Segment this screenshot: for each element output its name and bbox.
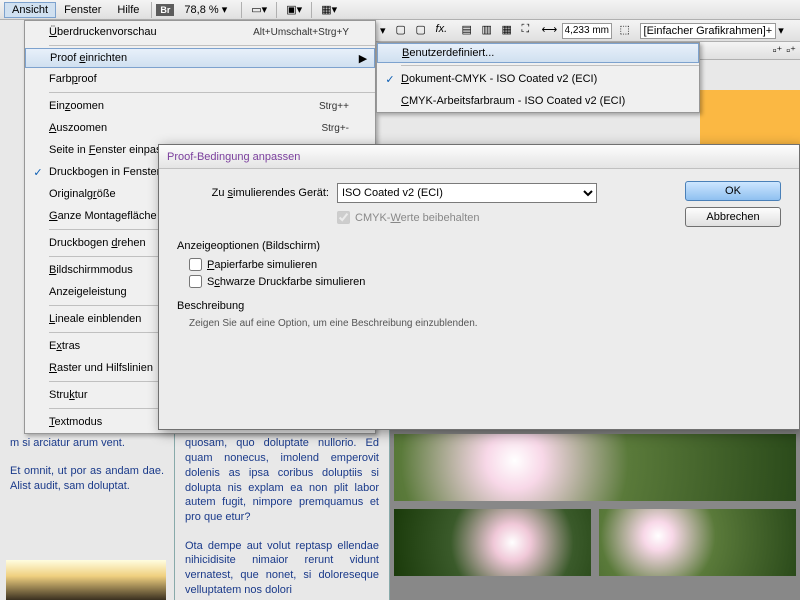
submenu-item[interactable]: CMYK-Arbeitsfarbraum - ISO Coated v2 (EC… — [377, 90, 699, 112]
style-icon[interactable]: ⬚ — [620, 23, 638, 39]
dropdown-arrow-icon[interactable]: ▾ — [778, 24, 784, 37]
object-style-select[interactable]: [Einfacher Grafikrahmen]+ — [640, 23, 777, 39]
paper-label: Papierfarbe simulieren — [207, 259, 317, 271]
menu-fenster[interactable]: Fenster — [56, 2, 109, 18]
black-checkbox[interactable] — [189, 275, 202, 288]
align-icon-3[interactable]: ▦ — [502, 23, 520, 39]
measure-input[interactable] — [562, 23, 612, 39]
submenu-item[interactable]: Benutzerdefiniert... — [377, 43, 699, 63]
align-icon-2[interactable]: ▥ — [482, 23, 500, 39]
small-icon-2[interactable]: ▫⁺ — [786, 44, 796, 57]
document-background — [700, 90, 800, 144]
text-column-2: quosam, quo doluptate nullorio. Ed quam … — [175, 430, 390, 600]
image-area — [390, 430, 800, 600]
image-placeholder — [6, 560, 166, 600]
tool-icon-1[interactable]: ▢ — [396, 23, 414, 39]
measure-icon: ⟷ — [542, 23, 560, 39]
align-icon-1[interactable]: ▤ — [462, 23, 480, 39]
device-label: Zu simulierendes Gerät: — [177, 187, 337, 199]
secondary-toolbar: ▫⁺ ▫⁺ — [700, 42, 800, 60]
proof-dialog: Proof-Bedingung anpassen OK Abbrechen Zu… — [158, 144, 800, 430]
dropdown-arrow-icon[interactable]: ▾ — [380, 24, 386, 37]
menu-item[interactable]: Farbproof — [25, 68, 375, 90]
tool-icon-2[interactable]: ▢ — [416, 23, 434, 39]
keep-cmyk-checkbox — [337, 211, 350, 224]
small-icon-1[interactable]: ▫⁺ — [773, 44, 783, 57]
menu-item[interactable]: Proof einrichten▶ — [25, 48, 375, 68]
proof-einrichten-submenu: Benutzerdefiniert... ✓Dokument-CMYK - ISO… — [376, 42, 700, 113]
menu-item[interactable]: ÜberdruckenvorschauAlt+Umschalt+Strg+Y — [25, 21, 375, 43]
menu-ansicht[interactable]: Ansicht — [4, 2, 56, 18]
zoom-level[interactable]: 78,8 % ▾ — [174, 3, 237, 16]
dialog-titlebar[interactable]: Proof-Bedingung anpassen — [159, 145, 799, 169]
screen-mode-icon[interactable]: ▭▾ — [248, 2, 270, 18]
arrange-icon[interactable]: ▦▾ — [318, 2, 340, 18]
cancel-button[interactable]: Abbrechen — [685, 207, 781, 227]
fx-icon[interactable]: fx. — [436, 23, 454, 39]
paper-checkbox[interactable] — [189, 258, 202, 271]
description-group-label: Beschreibung — [177, 300, 781, 312]
bridge-icon[interactable]: Br — [156, 4, 174, 16]
menu-item[interactable]: EinzoomenStrg++ — [25, 95, 375, 117]
image-placeholder — [394, 434, 796, 501]
device-select[interactable]: ISO Coated v2 (ECI) — [337, 183, 597, 203]
display-options-group-label: Anzeigeoptionen (Bildschirm) — [177, 240, 781, 252]
dialog-title: Proof-Bedingung anpassen — [167, 151, 300, 163]
keep-cmyk-label: CMYK-Werte beibehalten — [355, 212, 480, 224]
control-toolbar: ▾ ▢ ▢ fx. ▤ ▥ ▦ ⛶ ⟷ ⬚ [Einfacher Grafikr… — [376, 20, 800, 42]
black-label: Schwarze Druckfarbe simulieren — [207, 276, 365, 288]
view-options-icon[interactable]: ▣▾ — [283, 2, 305, 18]
image-placeholder — [599, 509, 796, 576]
menu-hilfe[interactable]: Hilfe — [109, 2, 147, 18]
image-placeholder — [394, 509, 591, 576]
submenu-item[interactable]: ✓Dokument-CMYK - ISO Coated v2 (ECI) — [377, 68, 699, 90]
description-text: Zeigen Sie auf eine Option, um eine Besc… — [177, 318, 781, 329]
menu-item[interactable]: AuszoomenStrg+- — [25, 117, 375, 139]
crop-icon[interactable]: ⛶ — [522, 23, 540, 39]
menubar: Ansicht Fenster Hilfe Br 78,8 % ▾ ▭▾ ▣▾ … — [0, 0, 800, 20]
ok-button[interactable]: OK — [685, 181, 781, 201]
